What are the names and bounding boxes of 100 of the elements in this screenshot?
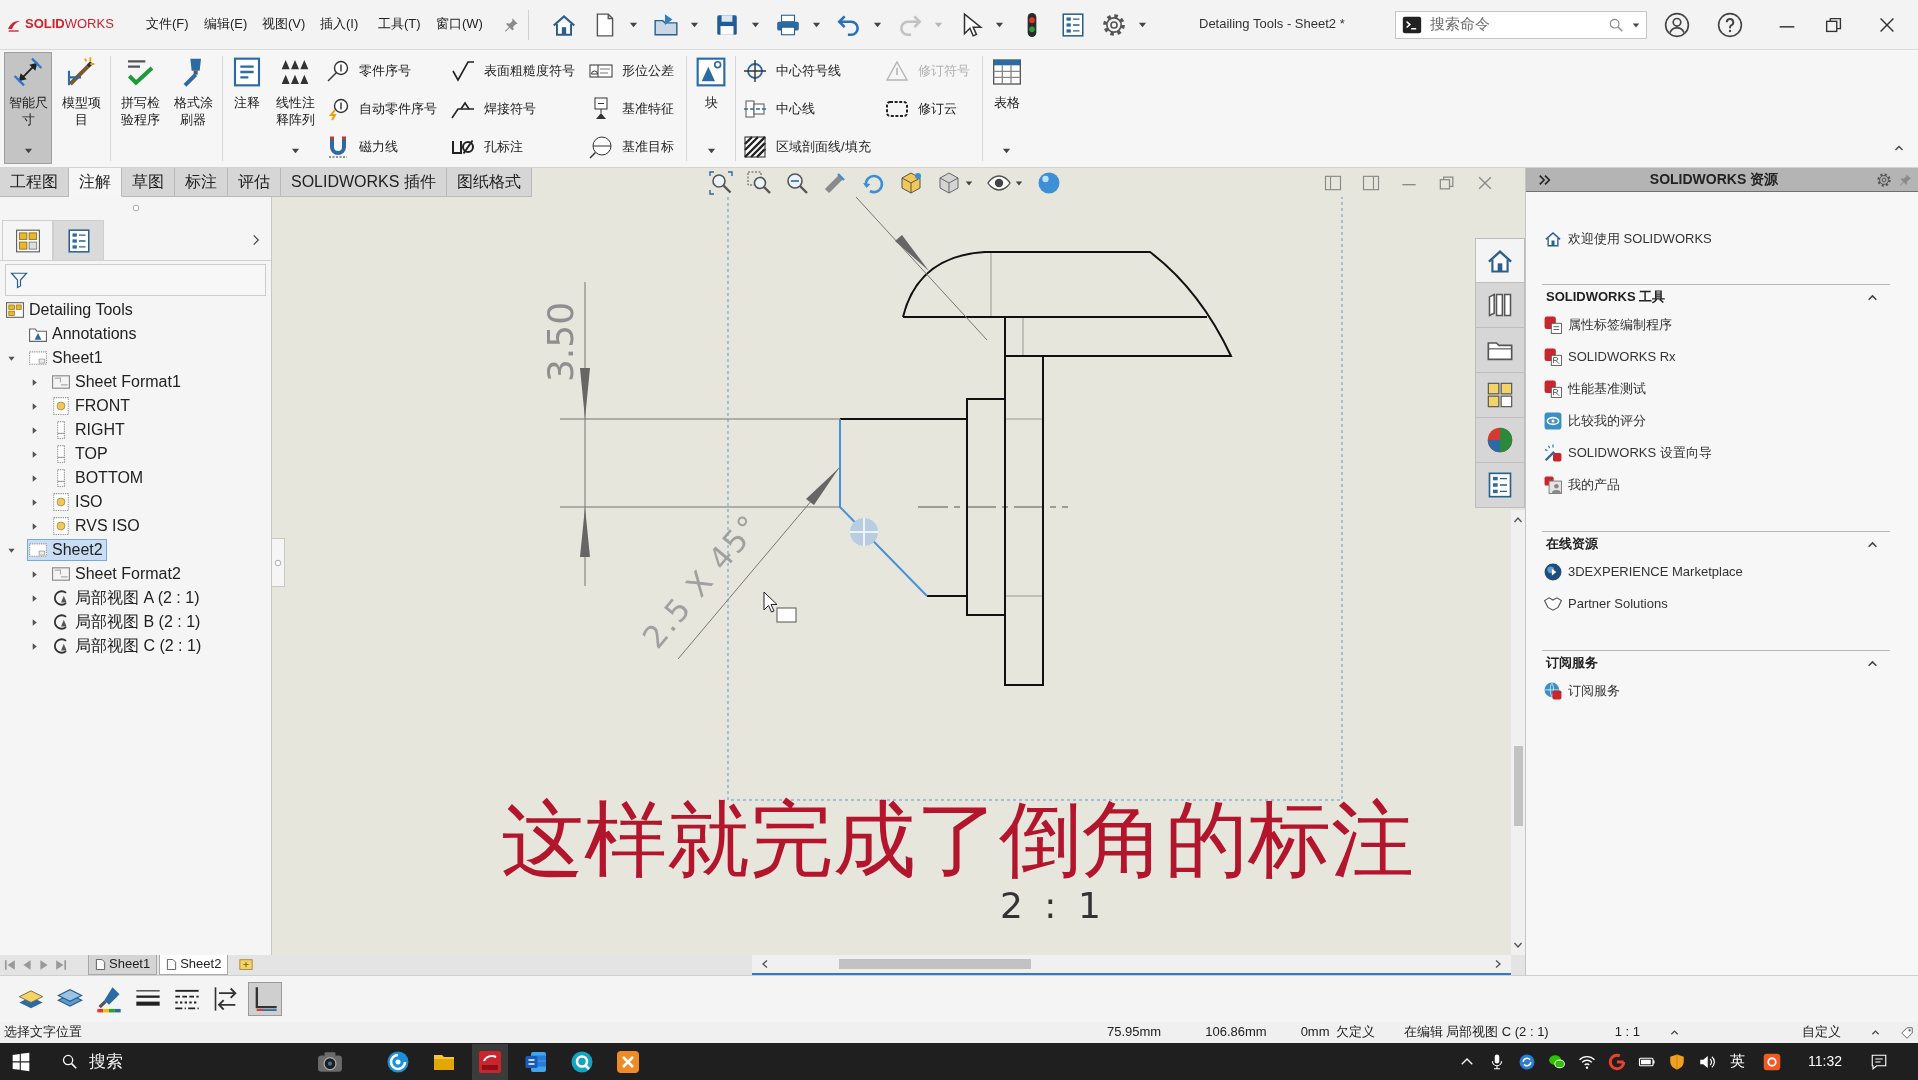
input-method[interactable]: 英	[1730, 1052, 1745, 1071]
pane-link[interactable]: 性能基准测试	[1542, 373, 1890, 405]
tree-item[interactable]: TOP	[50, 443, 112, 465]
ribbon-button[interactable]: 自动零件序号	[326, 90, 437, 128]
tree-item[interactable]: RVS ISO	[50, 515, 144, 537]
magnifier-icon[interactable]	[784, 170, 809, 195]
caret-right-icon[interactable]	[30, 569, 39, 579]
status-dropdown[interactable]: 1 : 1	[1614, 1024, 1679, 1041]
ribbon-button[interactable]: 修订云	[884, 90, 970, 128]
tag-icon[interactable]	[1900, 1025, 1914, 1040]
filter-icon[interactable]	[10, 271, 28, 289]
ribbon-button[interactable]: 线性注释阵列	[271, 52, 319, 164]
chamfer-edge[interactable]	[839, 418, 928, 597]
ribbon-button[interactable]: 智能尺寸	[4, 52, 52, 164]
caret-down-icon[interactable]	[690, 20, 699, 29]
search-bar[interactable]: 搜索命令	[1395, 10, 1647, 39]
section-header[interactable]: SOLIDWORKS 工具	[1542, 285, 1890, 309]
magnifier-icon[interactable]	[746, 170, 771, 195]
pane-link[interactable]: 比较我的评分	[1542, 405, 1890, 437]
tab[interactable]: 工程图	[0, 168, 69, 197]
axes-icon[interactable]	[249, 983, 281, 1015]
chat-bubbles-icon[interactable]	[1548, 1052, 1566, 1071]
scroll-thumb[interactable]	[1513, 746, 1523, 826]
tree-item[interactable]: RIGHT	[50, 419, 129, 441]
browser-icon[interactable]	[570, 1049, 594, 1074]
tree-item[interactable]: Sheet1	[27, 347, 107, 369]
pin-icon[interactable]	[503, 16, 519, 33]
tab[interactable]: 图纸格式	[446, 168, 532, 197]
double-chevron-icon[interactable]	[1538, 172, 1552, 187]
ribbon-button[interactable]: 磁力线	[326, 128, 437, 166]
shield-icon[interactable]	[1668, 1052, 1686, 1071]
magnifier-icon[interactable]	[708, 170, 733, 195]
pane-link[interactable]: 欢迎使用 SOLIDWORKS	[1542, 227, 1890, 251]
document-app-icon[interactable]	[524, 1049, 548, 1074]
scroll-right-icon[interactable]	[1493, 959, 1503, 969]
tree-item[interactable]: BOTTOM	[50, 467, 148, 489]
ribbon-button[interactable]: 拼写检验程序	[116, 52, 164, 164]
ribbon-button[interactable]: 块	[692, 52, 730, 164]
ribbon-button[interactable]: 注释	[228, 52, 266, 164]
pane-link[interactable]: Partner Solutions	[1542, 588, 1890, 620]
sheet-tab[interactable]: Sheet2	[159, 955, 229, 975]
ribbon-button[interactable]: 零件序号	[326, 52, 437, 90]
sphere-icon[interactable]	[1036, 170, 1061, 195]
caret-right-icon[interactable]	[30, 473, 39, 483]
tab[interactable]: 草图	[122, 168, 175, 197]
clock[interactable]: 11:32	[1808, 1052, 1842, 1071]
pane-tab[interactable]	[1475, 418, 1525, 463]
tab[interactable]: 评估	[228, 168, 281, 197]
list-icon[interactable]	[1060, 11, 1086, 38]
grip-icon[interactable]	[131, 204, 140, 212]
ribbon-button[interactable]: 格式涂刷器	[169, 52, 217, 164]
browser-icon[interactable]	[386, 1049, 410, 1074]
ribbon-button[interactable]: 形位公差	[589, 52, 674, 90]
pane-tab[interactable]	[1475, 373, 1525, 418]
panel-tab[interactable]	[2, 220, 53, 260]
tree-item[interactable]: Detailing Tools	[4, 299, 137, 321]
sheet-tab[interactable]: Sheet1	[88, 955, 158, 975]
pane-link[interactable]: 属性标签编制程序	[1542, 309, 1890, 341]
cross-tile-icon[interactable]	[616, 1049, 640, 1074]
caret-down-icon[interactable]	[1014, 178, 1023, 187]
caret-right-icon[interactable]	[30, 497, 39, 507]
ribbon-button[interactable]: 区域剖面线/填充	[743, 128, 871, 166]
menu-item[interactable]: 工具(T)	[371, 16, 429, 33]
caret-down-icon[interactable]	[964, 178, 973, 187]
paintbrush-icon[interactable]	[95, 985, 123, 1013]
ribbon-button[interactable]: 基准目标	[589, 128, 674, 166]
caret-right-icon[interactable]	[30, 593, 39, 603]
pane-tab[interactable]	[1475, 283, 1525, 328]
menu-item[interactable]: 窗口(W)	[429, 16, 487, 33]
notification-icon[interactable]	[1870, 1052, 1888, 1071]
scroll-left-icon[interactable]	[760, 959, 770, 969]
tree-item[interactable]: Sheet Format1	[50, 371, 185, 393]
taskbar-search[interactable]: 搜索	[89, 1050, 123, 1073]
search-icon[interactable]	[61, 1053, 78, 1070]
ribbon-button[interactable]: 焊接符号	[451, 90, 575, 128]
scrollbar[interactable]	[752, 955, 1511, 975]
caret-right-icon[interactable]	[30, 617, 39, 627]
pane-link[interactable]: 我的产品	[1542, 469, 1890, 501]
menu-item[interactable]: 编辑(E)	[197, 16, 255, 33]
pane-link[interactable]: 订阅服务	[1542, 675, 1890, 707]
settings-icon[interactable]	[1876, 171, 1892, 188]
caret-right-icon[interactable]	[30, 521, 39, 531]
cube-icon[interactable]	[898, 170, 923, 195]
settings-icon[interactable]	[1101, 11, 1127, 38]
pane-link[interactable]: 3DEXPERIENCE Marketplace	[1542, 556, 1890, 588]
caret-right-icon[interactable]	[30, 641, 39, 651]
scroll-up-icon[interactable]	[1513, 515, 1523, 525]
ribbon-button[interactable]: 中心线	[743, 90, 871, 128]
tree-item[interactable]: FRONT	[50, 395, 135, 417]
pane-tab[interactable]	[1475, 463, 1525, 508]
tab[interactable]: 注解	[69, 168, 122, 197]
ribbon-button[interactable]: 中心符号线	[743, 52, 871, 90]
tree-item[interactable]: Sheet2	[27, 539, 107, 561]
user-icon[interactable]	[1664, 11, 1690, 38]
tree-item[interactable]: 局部视图 C (2 : 1)	[50, 635, 206, 657]
caret-down-icon[interactable]	[995, 20, 1004, 29]
pane-tab[interactable]	[1475, 238, 1525, 283]
ribbon-button[interactable]: 表格	[987, 52, 1026, 164]
pane-link[interactable]: SOLIDWORKS Rx	[1542, 341, 1890, 373]
help-icon[interactable]	[1717, 11, 1743, 38]
